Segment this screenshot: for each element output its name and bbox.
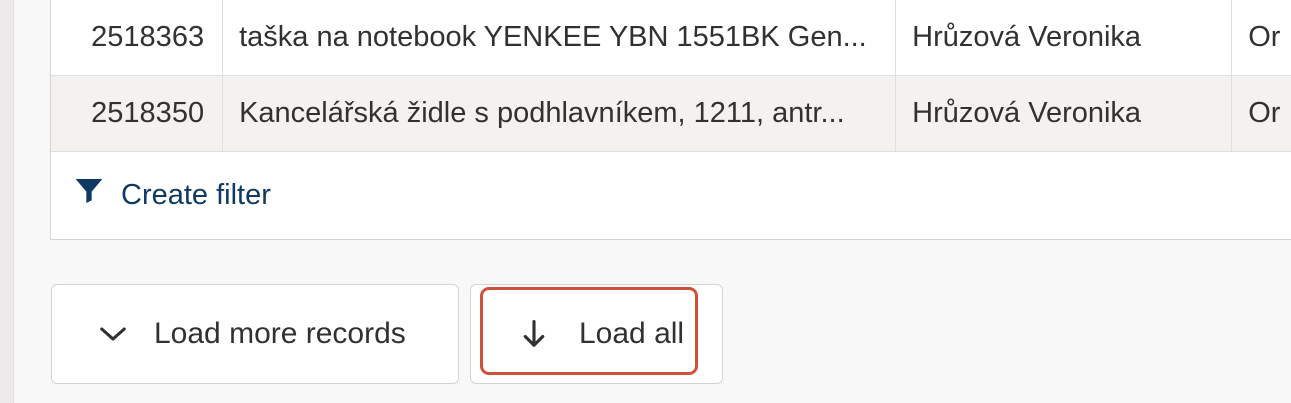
table-row[interactable]: 2518350 Kancelářská židle s podhlavníkem… <box>51 76 1291 152</box>
load-more-records-button[interactable]: Load more records <box>51 284 459 384</box>
load-more-label: Load more records <box>154 317 406 350</box>
arrow-down-icon <box>523 319 545 347</box>
cell-owner: Hrůzová Veronika <box>896 76 1233 151</box>
cell-extra: Or <box>1248 97 1281 129</box>
chevron-down-icon <box>100 327 126 341</box>
load-all-button[interactable]: Load all <box>470 284 723 384</box>
cell-owner: Hrůzová Veronika <box>896 0 1233 75</box>
cell-name[interactable]: Kancelářská židle s podhlavníkem, 1211, … <box>223 76 897 151</box>
records-grid: 2518363 taška na notebook YENKEE YBN 155… <box>50 0 1291 240</box>
create-filter-label: Create filter <box>121 178 271 211</box>
cell-id: 2518363 <box>51 0 224 75</box>
cell-id: 2518350 <box>51 76 224 151</box>
left-rail <box>0 0 14 403</box>
cell-name[interactable]: taška na notebook YENKEE YBN 1551BK Gen.… <box>223 0 897 75</box>
table-row[interactable]: 2518363 taška na notebook YENKEE YBN 155… <box>51 0 1291 76</box>
filter-icon <box>75 179 103 203</box>
load-all-label: Load all <box>579 317 685 350</box>
cell-extra: Or <box>1248 21 1281 53</box>
create-filter-link[interactable]: Create filter <box>51 152 651 238</box>
